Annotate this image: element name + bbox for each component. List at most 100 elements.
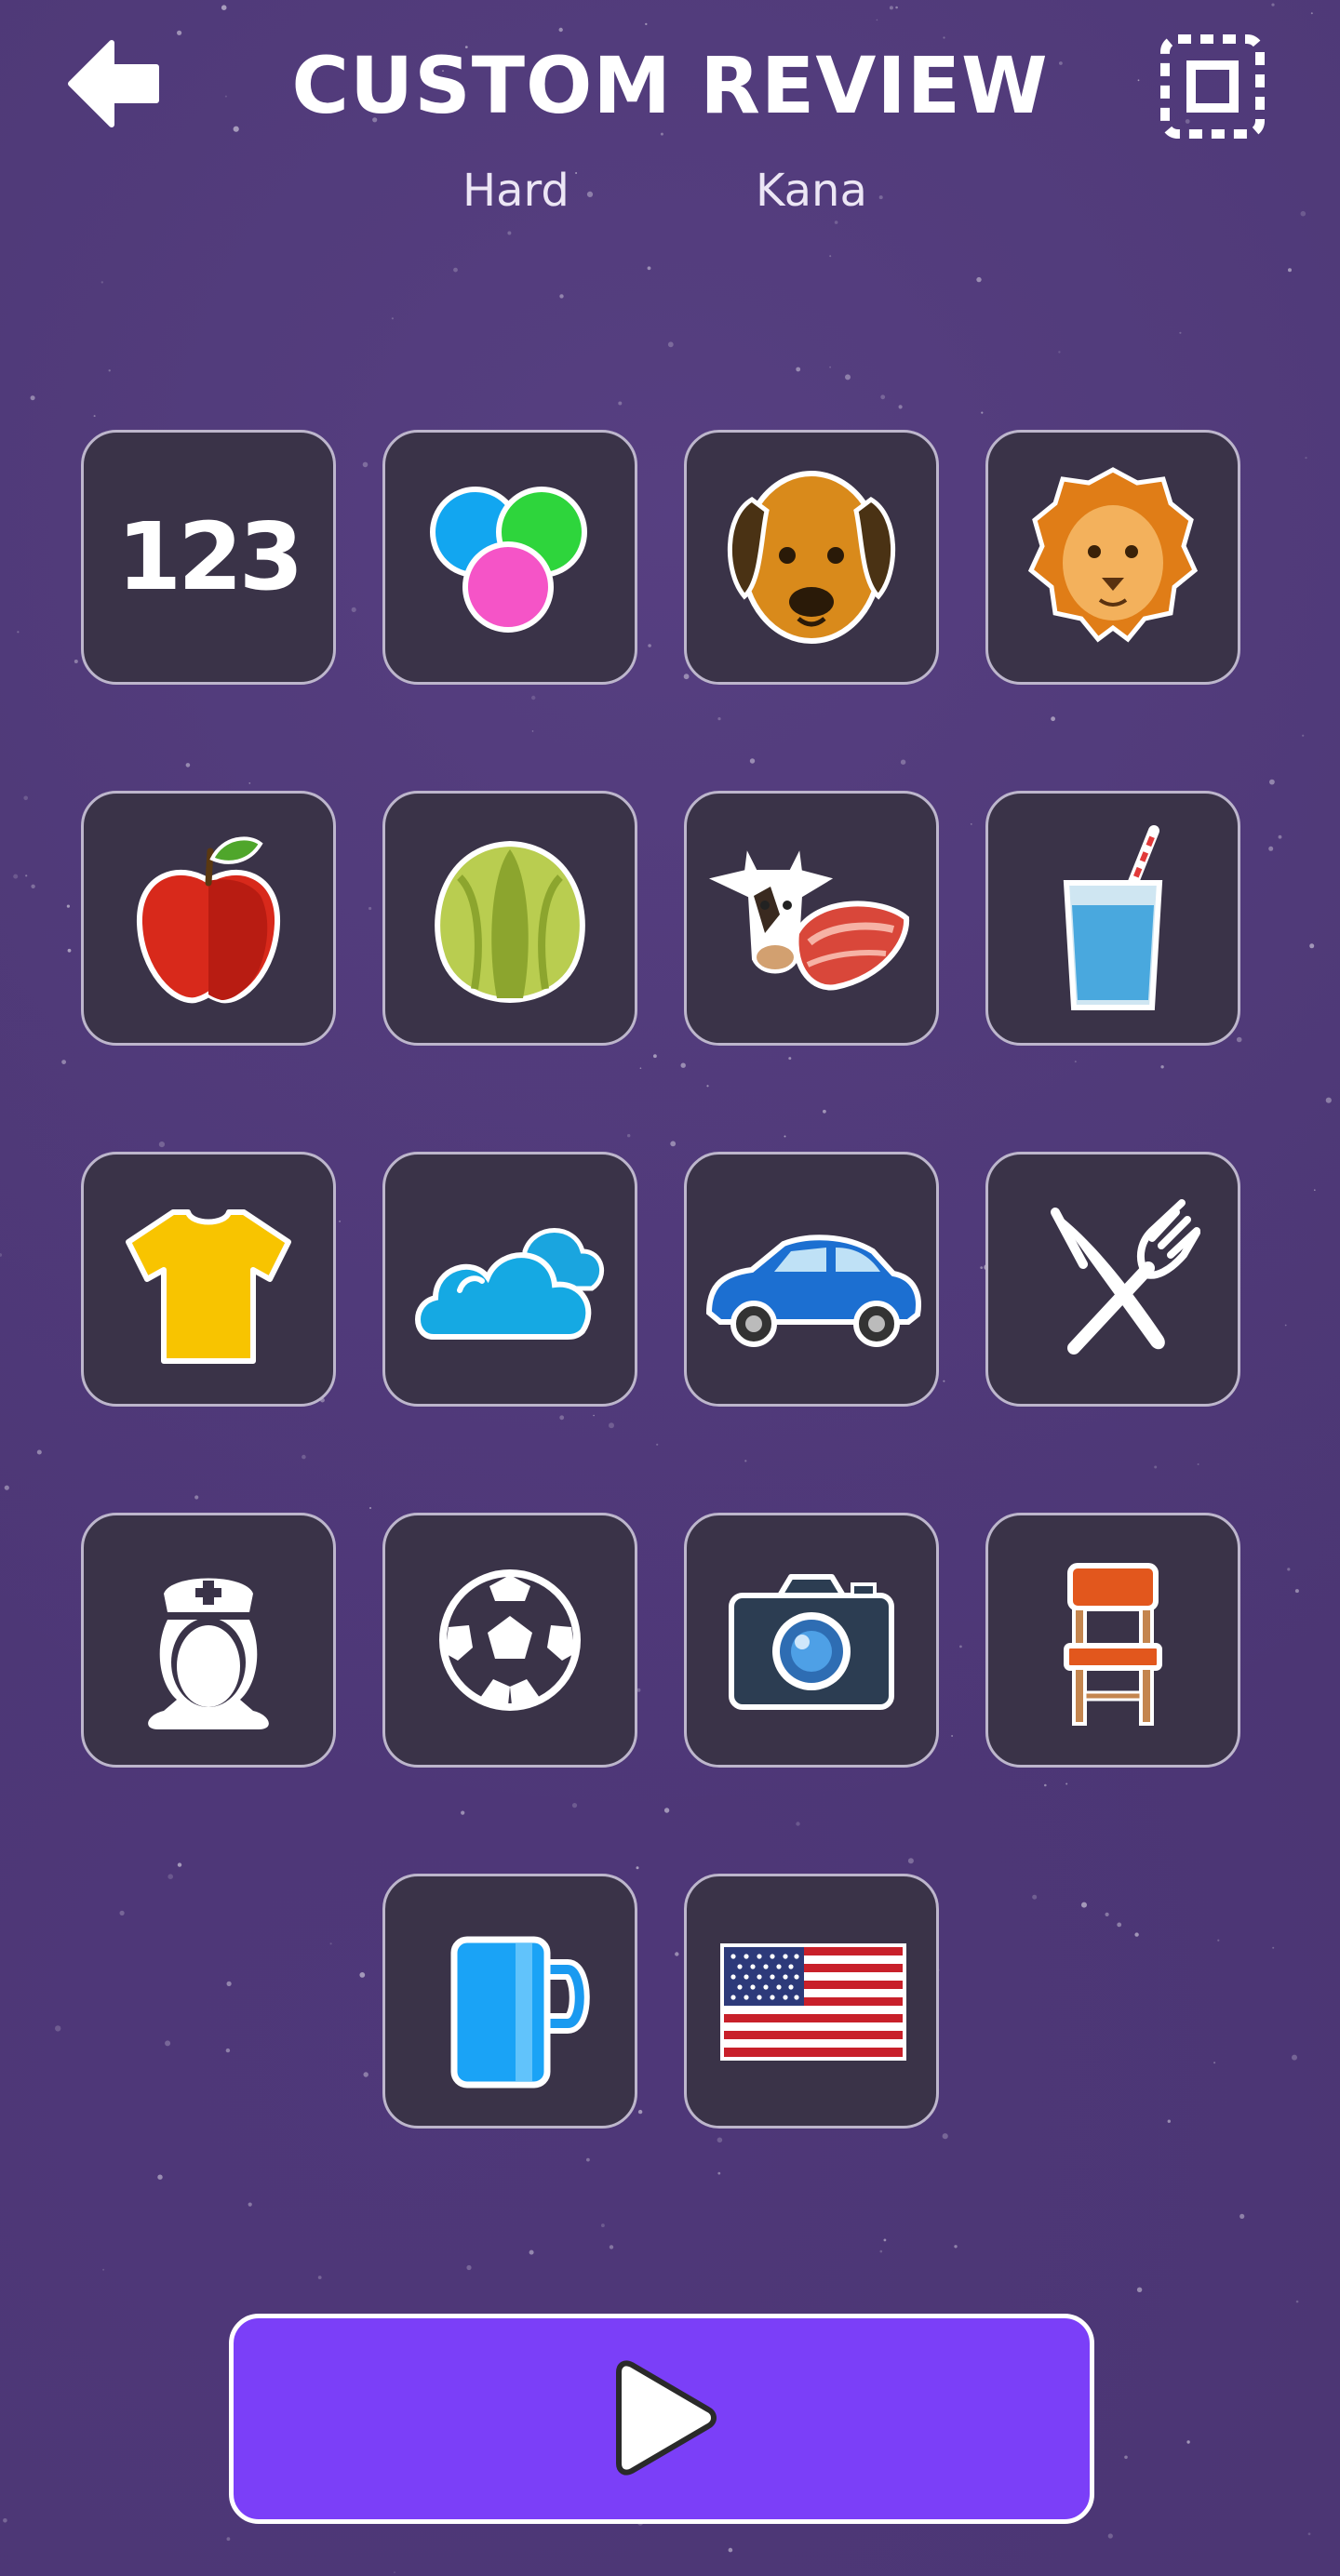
nurse-icon [84,1515,333,1765]
drink-glass-icon [988,794,1238,1043]
star [1105,1912,1109,1916]
star [636,1866,639,1870]
star [1124,2455,1128,2460]
play-icon [616,2360,717,2476]
star [1154,1465,1158,1469]
star [1179,331,1182,334]
star [31,884,35,888]
category-tile-clothes[interactable] [81,1152,336,1407]
star [717,2171,721,2175]
star [878,195,883,200]
category-tile-colors[interactable] [382,430,637,685]
star [225,2048,231,2053]
category-tile-chair[interactable] [985,1513,1240,1768]
select-all-icon [1160,34,1265,139]
star [559,294,564,299]
star [1074,1061,1077,1063]
star [1278,834,1282,839]
chair-icon [988,1515,1238,1765]
star [586,2157,590,2162]
star [1307,2532,1311,2536]
star [618,401,623,406]
star [883,2238,887,2242]
star [329,1942,332,1945]
category-tile-dog[interactable] [684,430,939,685]
star [359,1972,366,1978]
select-all-button[interactable] [1152,26,1273,147]
star [667,341,674,348]
star [30,395,35,401]
star [339,1220,342,1222]
star [1117,1922,1122,1928]
star [93,415,96,418]
category-tile-sports[interactable] [382,1513,637,1768]
category-tile-utensils[interactable] [985,1152,1240,1407]
numbers-icon: 123 [116,502,304,611]
star [954,2245,958,2249]
star [784,1135,786,1138]
star [645,22,648,26]
star [391,317,394,320]
category-tile-usa[interactable] [684,1874,939,2129]
star [1268,846,1274,851]
star [1269,779,1275,785]
play-button[interactable] [229,2314,1094,2524]
star [0,1253,3,1257]
category-tile-nurse[interactable] [81,1513,336,1768]
star [4,1485,9,1490]
star [586,191,594,197]
star [67,948,72,953]
apple-icon [84,794,333,1043]
star [1058,351,1061,354]
knife-fork-icon [988,1155,1238,1404]
star [675,1952,679,1956]
camera-icon [687,1515,936,1765]
star [942,2133,948,2140]
mug-icon [385,1876,635,2126]
star [670,1141,677,1147]
star [66,904,70,908]
category-tile-cabbage[interactable] [382,791,637,1046]
star [1136,2287,1143,2292]
star [639,1067,642,1069]
star [1287,1568,1291,1571]
star [119,1910,125,1915]
star [1300,210,1306,217]
star [788,1057,792,1061]
script-label: Kana [756,165,867,217]
category-tile-apple[interactable] [81,791,336,1046]
star [980,1266,984,1269]
star [796,1822,800,1826]
star [1240,2213,1245,2219]
cloud-icon [385,1155,635,1404]
category-tile-drink[interactable] [985,791,1240,1046]
category-tile-meat[interactable] [684,791,939,1046]
star [609,1422,614,1429]
star [461,1810,465,1815]
dog-icon [687,433,936,682]
star [1302,734,1305,737]
category-tile-weather[interactable] [382,1152,637,1407]
star [1309,943,1315,949]
category-tile-numbers[interactable]: 123 [81,430,336,685]
category-tile-car[interactable] [684,1152,939,1407]
star [717,2137,723,2143]
lion-icon [988,433,1238,682]
star [1314,1189,1316,1191]
tshirt-icon [84,1155,333,1404]
star [368,1506,372,1510]
star [970,823,972,825]
category-tile-camera[interactable] [684,1513,939,1768]
star [1292,2054,1297,2061]
star [879,2249,883,2253]
star [1310,12,1313,15]
category-tile-lion[interactable] [985,430,1240,685]
star [981,411,984,414]
star [1288,268,1292,273]
star [1325,1097,1332,1103]
star [1305,457,1307,460]
star [1065,1782,1068,1785]
star [1134,1932,1139,1937]
category-tile-mug[interactable] [382,1874,637,2129]
star [61,1060,66,1064]
